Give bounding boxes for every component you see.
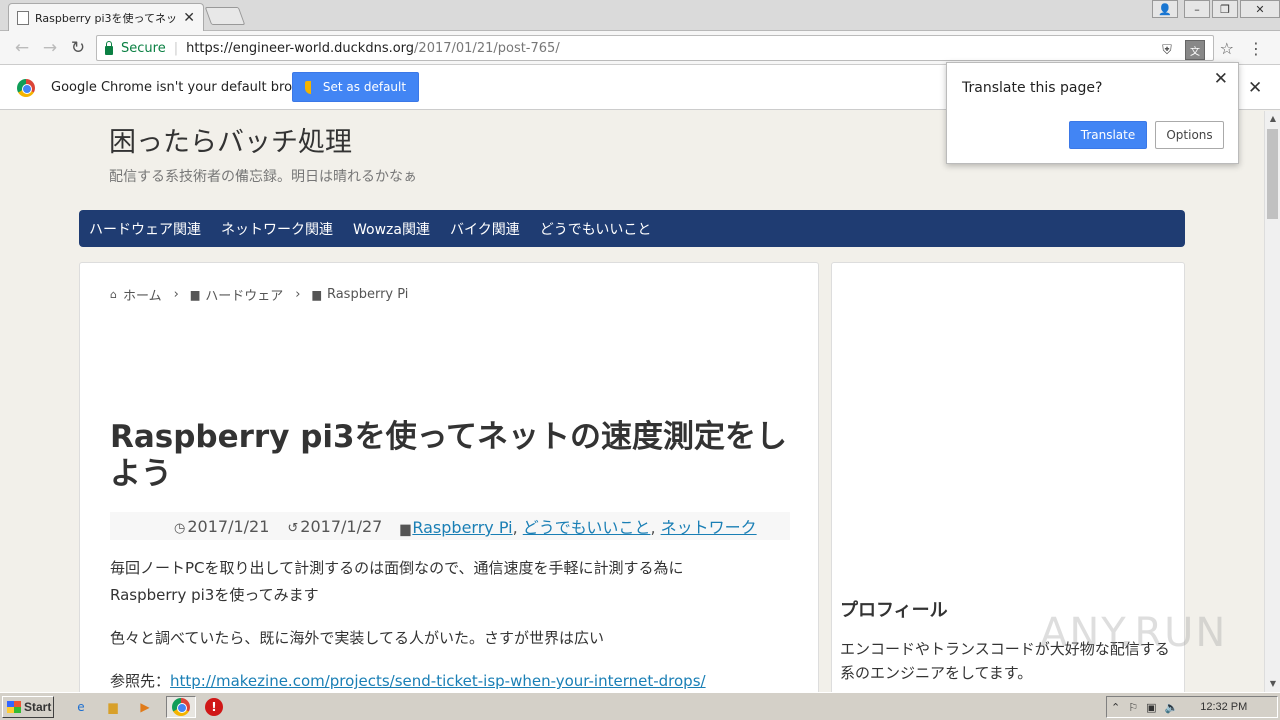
translate-popup-title: Translate this page?	[962, 80, 1103, 96]
breadcrumb-home[interactable]: ホーム	[123, 285, 162, 304]
start-label: Start	[24, 700, 52, 714]
chrome-taskbar-button[interactable]	[166, 696, 196, 718]
nav-item-hardware[interactable]: ハードウェア関連	[89, 219, 201, 239]
forward-icon[interactable]: →	[40, 38, 60, 58]
paragraph-intro: 毎回ノートPCを取り出して計測するのは面倒なので、通信速度を手軽に計測する為に …	[110, 555, 683, 609]
chrome-logo-icon	[17, 79, 35, 97]
window-buttons: – ❐ ✕	[1184, 0, 1280, 18]
system-tray: ⌃ ⚐ ▣ 🔈 12:32 PM	[1106, 696, 1278, 718]
watermark-logo: ANY.RUN	[1040, 610, 1228, 656]
taskbar: Start e ▆ ▶ ! ⌃ ⚐ ▣ 🔈 12:32 PM	[0, 692, 1280, 720]
infobar-message: Google Chrome isn't your default browser	[51, 80, 323, 95]
translate-button[interactable]: Translate	[1069, 121, 1147, 149]
set-default-label: Set as default	[322, 80, 407, 94]
paragraph-reference: 参照先：http://makezine.com/projects/send-ti…	[110, 668, 706, 692]
bookmark-star-icon[interactable]: ☆	[1220, 39, 1234, 58]
folder-icon: ▆	[400, 522, 411, 537]
start-button[interactable]: Start	[2, 696, 54, 718]
page-scrollbar[interactable]: ▲ ▼	[1264, 111, 1280, 692]
nav-item-network[interactable]: ネットワーク関連	[221, 219, 333, 239]
omnibox-icons: ⛨ 文	[1159, 40, 1205, 60]
site-description: 配信する系技術者の備忘録。明日は晴れるかなぁ	[109, 169, 417, 185]
reload-icon[interactable]: ↻	[68, 38, 88, 58]
reference-label: 参照先：	[110, 672, 171, 690]
main-navigation: ハードウェア関連 ネットワーク関連 Wowza関連 バイク関連 どうでもいいこと	[79, 210, 1185, 247]
windows-flag-icon	[7, 701, 21, 713]
blocked-icon[interactable]: ⛨	[1159, 42, 1175, 58]
category-link[interactable]: Raspberry Pi	[412, 518, 512, 537]
browser-toolbar: ← → ↻ Secure | https://engineer-world.du…	[0, 31, 1280, 65]
restore-button[interactable]: ❐	[1212, 0, 1238, 18]
translate-popup: Translate this page? ✕ Translate Options	[946, 62, 1239, 164]
secure-label: Secure	[121, 40, 166, 56]
updated-date: ↺ 2017/1/27	[287, 517, 382, 536]
article-card: ⌂ ホーム › ▆ ハードウェア › ▆ Raspberry Pi Raspbe…	[79, 262, 819, 692]
shield-icon	[304, 80, 317, 94]
folder-icon[interactable]: ▆	[104, 698, 122, 716]
reference-link[interactable]: http://makezine.com/projects/send-ticket…	[170, 672, 706, 690]
volume-icon[interactable]: 🔈	[1165, 701, 1179, 714]
published-date: ◷ 2017/1/21	[174, 517, 269, 536]
translate-icon[interactable]: 文	[1185, 40, 1205, 60]
post-title: Raspberry pi3を使ってネットの速度測定をしよう	[110, 419, 788, 493]
category-link[interactable]: どうでもいいこと	[523, 518, 651, 537]
nav-item-wowza[interactable]: Wowza関連	[353, 219, 430, 239]
chevron-right-icon: ›	[295, 287, 301, 302]
paragraph-line: 毎回ノートPCを取り出して計測するのは面倒なので、通信速度を手軽に計測する為に	[110, 559, 684, 577]
tab-strip: Raspberry pi3を使ってネットの ✕ 👤 – ❐ ✕	[0, 0, 1280, 31]
close-window-button[interactable]: ✕	[1240, 0, 1280, 18]
page-icon	[17, 10, 29, 25]
home-icon: ⌂	[110, 288, 117, 301]
updated-value: 2017/1/27	[300, 516, 383, 536]
lock-icon	[105, 40, 113, 55]
breadcrumb-hardware[interactable]: ハードウェア	[205, 285, 283, 304]
browser-tab[interactable]: Raspberry pi3を使ってネットの ✕	[8, 3, 204, 31]
folder-icon: ▆	[190, 288, 200, 301]
window-controls: 👤	[1152, 0, 1178, 18]
url-path: /2017/01/21/post-765/	[414, 40, 560, 56]
divider: |	[173, 40, 179, 56]
scroll-thumb[interactable]	[1267, 129, 1278, 219]
published-value: 2017/1/21	[187, 516, 270, 536]
profile-title: プロフィール	[840, 600, 948, 621]
history-icon: ↺	[287, 520, 299, 536]
alert-icon[interactable]: !	[205, 698, 223, 716]
flag-icon[interactable]: ⚐	[1128, 701, 1138, 714]
back-icon[interactable]: ←	[12, 38, 32, 58]
close-tab-icon[interactable]: ✕	[183, 10, 195, 26]
categories: ▆ Raspberry Pi, どうでもいいこと, ネットワーク	[400, 518, 757, 537]
chevron-up-icon[interactable]: ⌃	[1111, 701, 1120, 714]
breadcrumb: ⌂ ホーム › ▆ ハードウェア › ▆ Raspberry Pi	[110, 285, 408, 304]
minimize-button[interactable]: –	[1184, 0, 1210, 18]
url-host: https://engineer-world.duckdns.org	[186, 40, 415, 56]
tab-title: Raspberry pi3を使ってネットの	[35, 11, 177, 25]
breadcrumb-raspberry-pi[interactable]: Raspberry Pi	[327, 287, 408, 302]
clock[interactable]: 12:32 PM	[1200, 701, 1247, 713]
nav-item-bike[interactable]: バイク関連	[450, 219, 520, 239]
set-default-button[interactable]: Set as default	[292, 72, 419, 102]
nav-item-misc[interactable]: どうでもいいこと	[540, 219, 652, 239]
ie-icon[interactable]: e	[72, 698, 90, 716]
network-icon[interactable]: ▣	[1146, 701, 1156, 714]
new-tab-button[interactable]	[204, 7, 246, 25]
category-link[interactable]: ネットワーク	[661, 518, 757, 537]
folder-icon: ▆	[312, 288, 321, 301]
address-bar[interactable]: Secure | https://engineer-world.duckdns.…	[96, 35, 1214, 61]
scroll-down-icon[interactable]: ▼	[1265, 676, 1280, 692]
user-icon[interactable]: 👤	[1152, 0, 1178, 18]
paragraph-line: Raspberry pi3を使ってみます	[110, 586, 319, 604]
media-player-icon[interactable]: ▶	[136, 698, 154, 716]
chrome-icon	[172, 698, 190, 716]
web-page: 困ったらバッチ処理 配信する系技術者の備忘録。明日は晴れるかなぁ ハードウェア関…	[0, 111, 1264, 692]
scroll-up-icon[interactable]: ▲	[1265, 111, 1280, 127]
infobar-close-icon[interactable]: ✕	[1248, 78, 1262, 98]
options-button[interactable]: Options	[1155, 121, 1224, 149]
chevron-right-icon: ›	[173, 287, 179, 302]
clock-icon: ◷	[174, 520, 186, 536]
close-icon[interactable]: ✕	[1214, 69, 1228, 89]
site-title[interactable]: 困ったらバッチ処理	[109, 120, 352, 159]
menu-icon[interactable]: ⋮	[1248, 39, 1264, 58]
post-meta: ◷ 2017/1/21 ↺ 2017/1/27 ▆ Raspberry Pi, どうで…	[110, 512, 790, 540]
paragraph-research: 色々と調べていたら、既に海外で実装してる人がいた。さすが世界は広い	[110, 629, 604, 647]
